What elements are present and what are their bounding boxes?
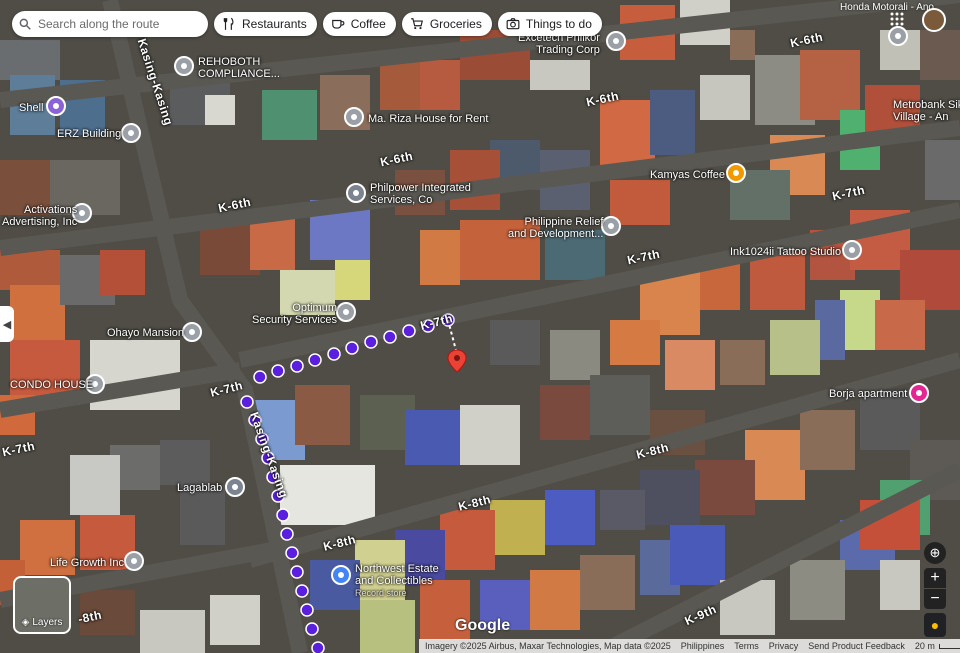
poi-label[interactable]: Philippine Relief and Development...: [508, 216, 603, 240]
terms-link[interactable]: Terms: [734, 641, 759, 651]
poi-label[interactable]: ERZ Building: [57, 128, 121, 140]
apps-grid-icon[interactable]: [890, 12, 904, 26]
plus-icon: +: [930, 569, 940, 586]
layers-icon: ◈: [21, 617, 30, 628]
search-icon: [19, 18, 31, 30]
chip-label: Things to do: [525, 17, 592, 31]
poi-label[interactable]: Philpower Integrated Services, Co: [370, 182, 471, 206]
my-location-button[interactable]: ⊕: [924, 542, 946, 564]
scale-bar[interactable]: 20 m: [915, 641, 960, 651]
google-logo: Google: [455, 617, 511, 634]
poi-marker[interactable]: [124, 551, 144, 571]
top-bar: Search along the route Restaurants Coffe…: [12, 11, 602, 37]
poi-marker[interactable]: [601, 216, 621, 236]
layers-button[interactable]: ◈ Layers: [13, 576, 71, 634]
poi-label[interactable]: Ink1024ii Tattoo Studio: [730, 246, 841, 258]
poi-label[interactable]: Life Growth Inc: [50, 557, 124, 569]
pegman-icon: ●: [930, 617, 940, 633]
feedback-link[interactable]: Send Product Feedback: [808, 641, 905, 651]
avatar[interactable]: [922, 8, 946, 32]
poi-label[interactable]: CONDO HOUSE: [10, 379, 93, 391]
poi-label[interactable]: Ma. Riza House for Rent: [368, 113, 488, 125]
poi-label[interactable]: Honda Motorali - Ano: [840, 2, 934, 13]
poi-label[interactable]: Activations Advertising, Inc: [2, 204, 77, 228]
chip-restaurants[interactable]: Restaurants: [214, 12, 317, 36]
poi-marker[interactable]: [346, 183, 366, 203]
scale-line: [938, 643, 960, 649]
poi-marker[interactable]: [336, 302, 356, 322]
search-box[interactable]: Search along the route: [12, 11, 208, 37]
poi-label[interactable]: Northwest Estate and Collectibles: [355, 563, 439, 587]
minus-icon: −: [930, 590, 940, 607]
privacy-link[interactable]: Privacy: [769, 641, 799, 651]
chip-label: Restaurants: [242, 17, 307, 31]
chip-label: Coffee: [350, 17, 386, 31]
coffee-marker[interactable]: [726, 163, 746, 183]
layers-label: Layers: [32, 617, 63, 628]
chevron-left-icon: ◀: [2, 318, 12, 331]
street-view-pegman[interactable]: ●: [924, 613, 946, 637]
store-marker[interactable]: [331, 565, 351, 585]
poi-marker[interactable]: [606, 31, 626, 51]
poi-label[interactable]: Lagablab: [177, 482, 222, 494]
poi-marker[interactable]: [888, 26, 908, 46]
scale-label: 20 m: [914, 641, 935, 651]
camera-icon: [506, 18, 520, 30]
chip-groceries[interactable]: Groceries: [401, 12, 492, 36]
poi-marker[interactable]: [225, 477, 245, 497]
poi-marker[interactable]: [842, 240, 862, 260]
poi-marker[interactable]: [344, 107, 364, 127]
zoom-out-button[interactable]: −: [924, 589, 946, 609]
poi-sublabel: Record store: [355, 588, 407, 598]
attribution-bar: Imagery ©2025 Airbus, Maxar Technologies…: [419, 639, 960, 653]
poi-label[interactable]: Shell: [19, 102, 43, 114]
chip-things-to-do[interactable]: Things to do: [497, 12, 602, 36]
zoom-in-button[interactable]: +: [924, 568, 946, 588]
search-placeholder: Search along the route: [38, 17, 160, 31]
imagery-credit: Imagery ©2025 Airbus, Maxar Technologies…: [425, 641, 671, 651]
poi-marker[interactable]: [174, 56, 194, 76]
collapse-panel-button[interactable]: ◀: [0, 306, 14, 342]
country-link[interactable]: Philippines: [681, 641, 725, 651]
poi-label[interactable]: Metrobank Sik Village - An: [893, 99, 960, 123]
coffee-cup-icon: [331, 19, 345, 29]
chip-coffee[interactable]: Coffee: [322, 12, 396, 36]
poi-marker[interactable]: [182, 322, 202, 342]
poi-marker[interactable]: [909, 383, 929, 403]
poi-label[interactable]: Kamyas Coffee: [650, 169, 725, 181]
poi-label[interactable]: Ohayo Mansion: [107, 327, 184, 339]
chip-label: Groceries: [429, 17, 482, 31]
crosshair-icon: ⊕: [929, 545, 941, 560]
fork-knife-icon: [223, 17, 234, 30]
poi-marker[interactable]: [121, 123, 141, 143]
cart-icon: [411, 18, 423, 30]
poi-label[interactable]: Optimum Security Services: [252, 302, 337, 326]
fuel-station-marker[interactable]: [46, 96, 66, 116]
poi-label[interactable]: REHOBOTH COMPLIANCE...: [198, 56, 280, 80]
poi-label[interactable]: Borja apartment: [829, 388, 907, 400]
